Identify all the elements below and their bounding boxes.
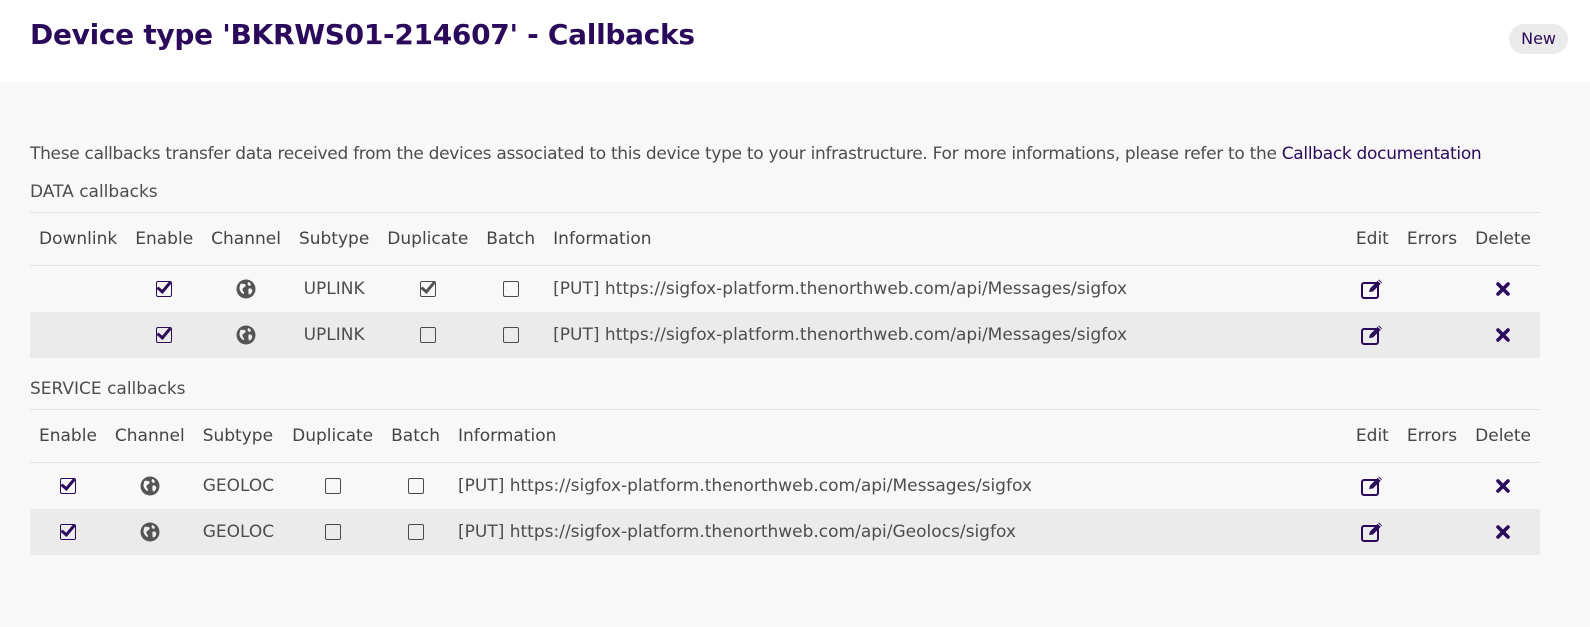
column-header-channel: Channel — [105, 409, 194, 463]
column-header-enable: Enable — [30, 409, 106, 463]
intro-text: These callbacks transfer data received f… — [30, 82, 1560, 165]
errors-cell — [1397, 312, 1467, 358]
column-header-errors: Errors — [1397, 212, 1467, 266]
batch-checkbox[interactable] — [502, 327, 519, 343]
column-header-batch: Batch — [382, 409, 449, 463]
information-cell: [PUT] https://sigfox-platform.thenorthwe… — [544, 312, 1347, 358]
table-row: GEOLOC [PUT] https://sigfox-platform.the… — [30, 509, 1540, 555]
errors-cell — [1398, 266, 1466, 313]
downlink-cell — [30, 312, 127, 358]
delete-icon[interactable] — [1495, 325, 1511, 345]
errors-cell — [1398, 463, 1466, 510]
table-row: GEOLOC [PUT] https://sigfox-platform.the… — [30, 463, 1540, 510]
errors-cell — [1397, 509, 1467, 555]
duplicate-checkbox[interactable] — [419, 281, 436, 297]
new-callback-button[interactable]: New — [1509, 24, 1568, 54]
column-header-enable: Enable — [126, 212, 203, 266]
page-title: Device type 'BKRWS01-214607' - Callbacks — [30, 18, 695, 51]
globe-icon — [140, 476, 160, 496]
column-header-information: Information — [449, 409, 1347, 463]
downlink-cell — [30, 266, 126, 313]
table-row: UPLINK [PUT] https://sigfox-platform.the… — [30, 312, 1540, 358]
column-header-delete: Delete — [1466, 212, 1540, 266]
globe-icon — [236, 279, 256, 299]
duplicate-checkbox[interactable] — [324, 478, 341, 494]
information-cell: [PUT] https://sigfox-platform.thenorthwe… — [449, 509, 1347, 555]
information-cell: [PUT] https://sigfox-platform.thenorthwe… — [553, 279, 1128, 299]
callback-documentation-link[interactable]: Callback documentation — [1282, 144, 1482, 164]
globe-icon — [236, 325, 256, 345]
subtype-cell: UPLINK — [303, 279, 365, 299]
column-header-downlink: Downlink — [30, 212, 127, 266]
column-header-edit: Edit — [1346, 212, 1398, 266]
subtype-cell: GEOLOC — [202, 476, 275, 496]
column-header-edit: Edit — [1346, 409, 1398, 463]
enable-checkbox[interactable] — [156, 281, 173, 297]
batch-checkbox[interactable] — [407, 524, 424, 540]
data-callbacks-table: Downlink Enable Channel Subtype Duplicat… — [30, 212, 1540, 358]
enable-checkbox[interactable] — [156, 327, 173, 343]
subtype-cell: UPLINK — [289, 312, 379, 358]
table-row: UPLINK [PUT] https://sigfox-platform.the… — [30, 266, 1540, 313]
column-header-delete: Delete — [1466, 409, 1540, 463]
service-callbacks-title: SERVICE callbacks — [30, 379, 186, 399]
column-header-duplicate: Duplicate — [378, 212, 478, 266]
table-header-row: Downlink Enable Channel Subtype Duplicat… — [30, 212, 1540, 266]
duplicate-checkbox[interactable] — [324, 524, 341, 540]
duplicate-checkbox[interactable] — [419, 327, 436, 343]
column-header-information: Information — [544, 212, 1347, 266]
page-header: Device type 'BKRWS01-214607' - Callbacks… — [0, 0, 1590, 82]
edit-icon[interactable] — [1360, 325, 1384, 345]
batch-checkbox[interactable] — [502, 281, 519, 297]
column-header-duplicate: Duplicate — [283, 409, 383, 463]
information-cell: [PUT] https://sigfox-platform.thenorthwe… — [458, 476, 1032, 496]
column-header-channel: Channel — [202, 212, 290, 266]
column-header-subtype: Subtype — [289, 212, 379, 266]
enable-checkbox[interactable] — [59, 524, 76, 540]
data-callbacks-title: DATA callbacks — [30, 182, 158, 202]
service-callbacks-table: Enable Channel Subtype Duplicate Batch I… — [30, 409, 1540, 555]
subtype-cell: GEOLOC — [193, 509, 284, 555]
enable-checkbox[interactable] — [59, 478, 76, 494]
column-header-errors: Errors — [1397, 409, 1467, 463]
edit-icon[interactable] — [1360, 279, 1384, 299]
table-header-row: Enable Channel Subtype Duplicate Batch I… — [30, 409, 1540, 463]
delete-icon[interactable] — [1495, 279, 1511, 299]
intro-description: These callbacks transfer data received f… — [30, 144, 1282, 164]
column-header-subtype: Subtype — [193, 409, 284, 463]
edit-icon[interactable] — [1360, 522, 1384, 542]
batch-checkbox[interactable] — [407, 478, 424, 494]
delete-icon[interactable] — [1495, 522, 1511, 542]
globe-icon — [140, 522, 160, 542]
edit-icon[interactable] — [1360, 476, 1384, 496]
column-header-batch: Batch — [477, 212, 545, 266]
main-content: These callbacks transfer data received f… — [0, 82, 1590, 555]
delete-icon[interactable] — [1495, 476, 1511, 496]
